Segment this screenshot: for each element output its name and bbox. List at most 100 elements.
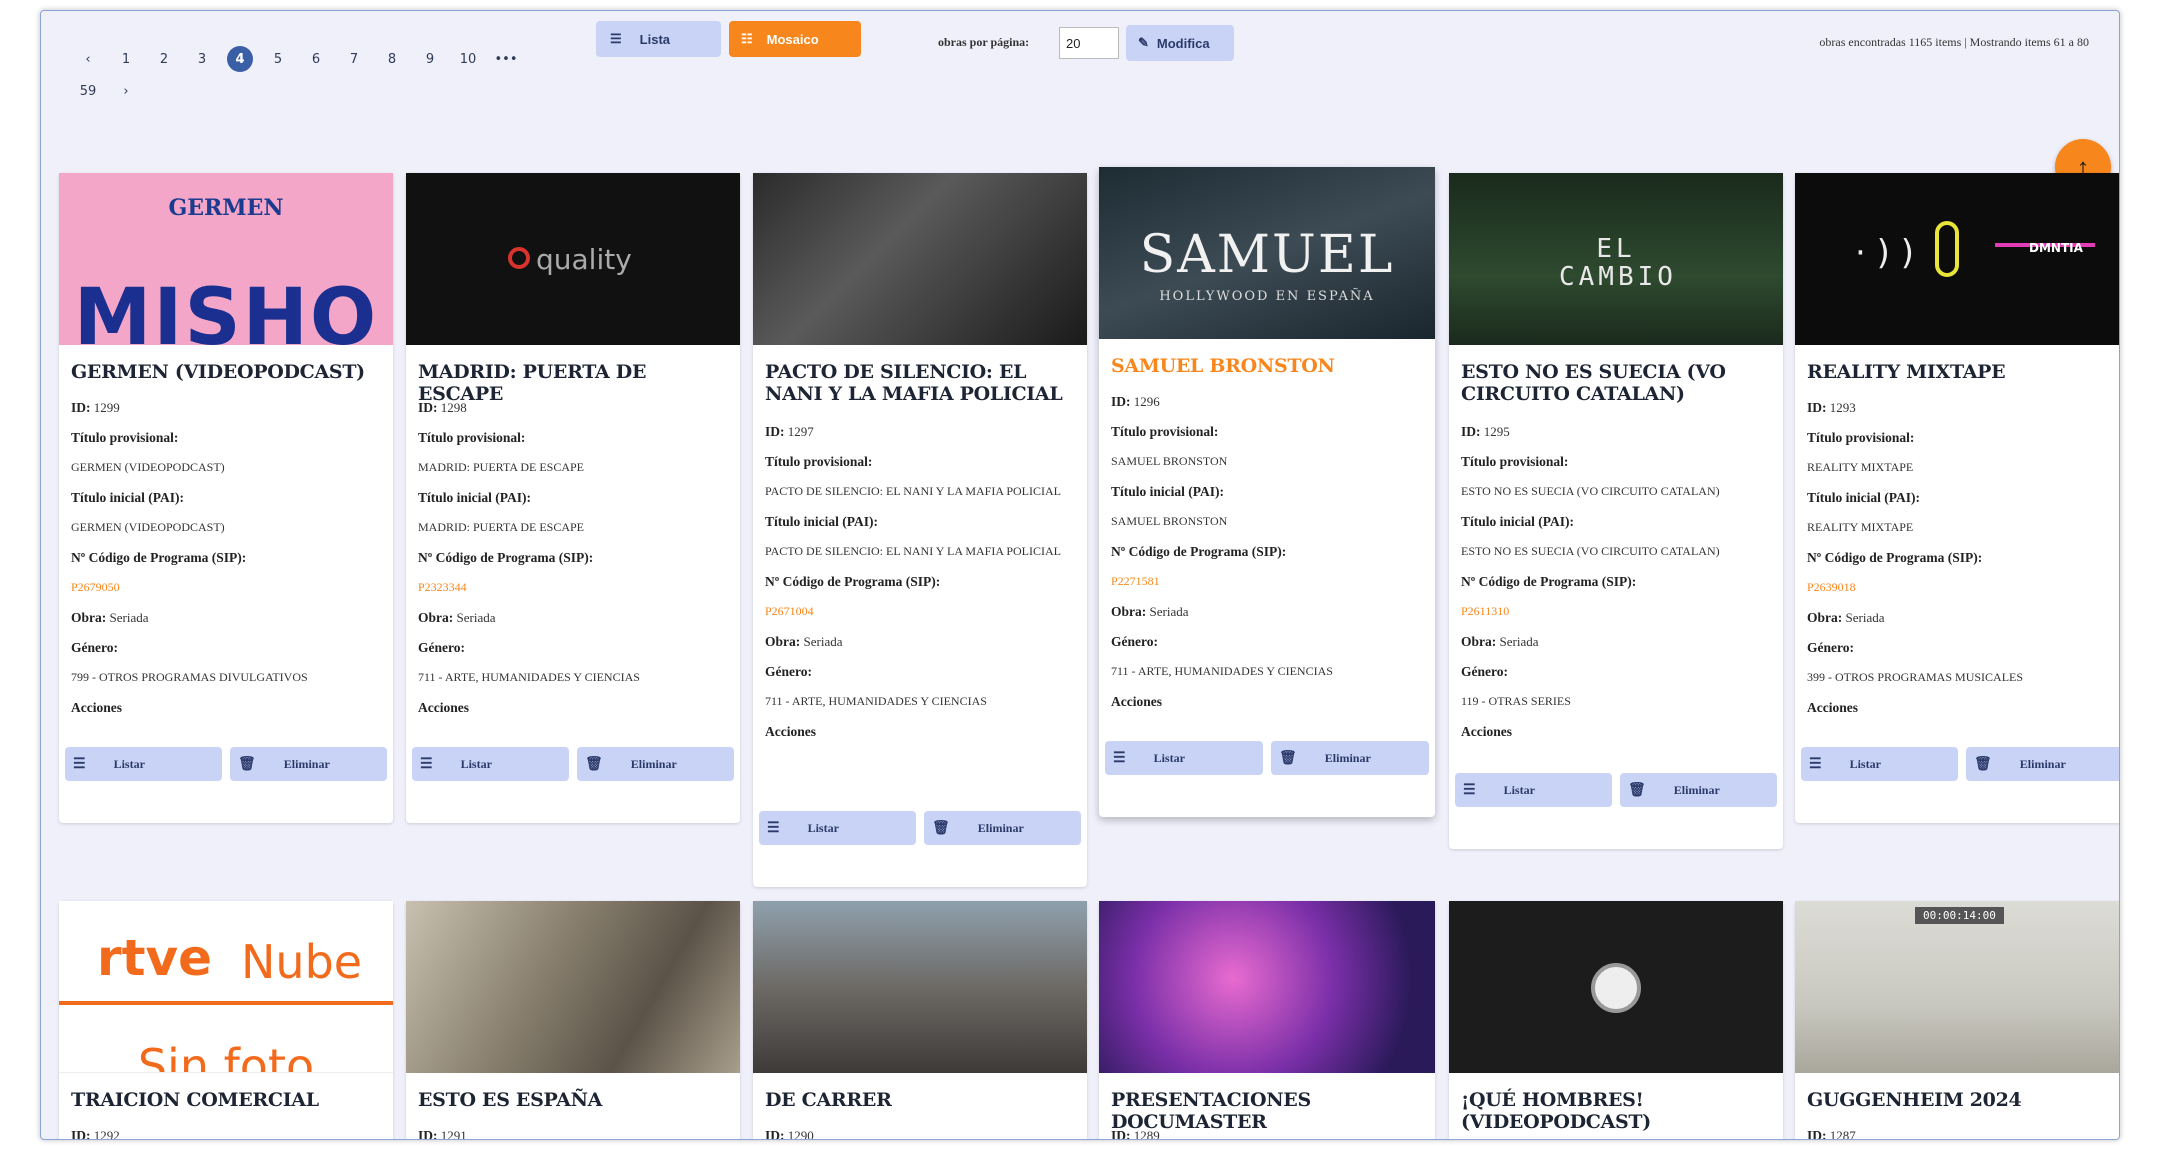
id-value: 1293: [1829, 400, 1856, 415]
listar-button[interactable]: ☰ Listar: [1801, 747, 1958, 781]
eliminar-button[interactable]: 🗑 Eliminar: [230, 747, 387, 781]
trash-icon: 🗑: [585, 756, 603, 772]
list-icon: ☰: [1463, 782, 1476, 798]
page-2[interactable]: 2: [145, 46, 183, 72]
id-label: ID:: [1807, 400, 1827, 415]
edit-icon: ✎: [1138, 35, 1149, 50]
thumb-text: quality: [536, 243, 632, 276]
obra-card: ESTO ES ESPAÑA ID: 1291: [406, 901, 740, 1139]
listar-button[interactable]: ☰ Listar: [1105, 741, 1263, 775]
eliminar-button[interactable]: 🗑 Eliminar: [1620, 773, 1777, 807]
listar-label: Listar: [807, 820, 839, 835]
card-title[interactable]: GERMEN (VIDEOPODCAST): [71, 361, 385, 383]
lista-view-button[interactable]: ☰ Lista: [596, 21, 721, 57]
listar-button[interactable]: ☰ Listar: [759, 811, 916, 845]
genero-value: 711 - ARTE, HUMANIDADES Y CIENCIAS: [418, 670, 640, 684]
obra-value: Seriada: [1499, 634, 1539, 649]
thumbnail[interactable]: 00:00:14:00: [1795, 901, 2119, 1073]
card-title[interactable]: PACTO DE SILENCIO: EL NANI Y LA MAFIA PO…: [765, 361, 1079, 405]
results-summary: obras encontradas 1165 items | Mostrando…: [1819, 35, 2089, 49]
listar-button[interactable]: ☰ Listar: [412, 747, 569, 781]
listar-button[interactable]: ☰ Listar: [65, 747, 222, 781]
list-icon: ☰: [610, 31, 622, 46]
page-1[interactable]: 1: [107, 46, 145, 72]
listar-label: Listar: [1153, 750, 1185, 765]
codigo-link[interactable]: P2271581: [1111, 567, 1425, 597]
thumbnail[interactable]: quality: [406, 173, 740, 345]
eliminar-button[interactable]: 🗑 Eliminar: [577, 747, 734, 781]
codigo-link[interactable]: P2679050: [71, 573, 383, 603]
id-value: 1287: [1829, 1128, 1856, 1140]
thumbnail[interactable]: [1449, 901, 1783, 1073]
genero-value: 711 - ARTE, HUMANIDADES Y CIENCIAS: [765, 694, 987, 708]
card-actions: ☰ Listar 🗑 Eliminar: [759, 811, 1081, 845]
card-title[interactable]: GUGGENHEIM 2024: [1807, 1089, 2119, 1111]
acciones-label: Acciones: [1807, 700, 1858, 715]
per-page-input[interactable]: [1059, 27, 1119, 59]
codigo-link[interactable]: P2611310: [1461, 597, 1773, 627]
eliminar-button[interactable]: 🗑 Eliminar: [1966, 747, 2119, 781]
page-current[interactable]: 4: [227, 46, 253, 72]
obra-card: ¡QUÉ HOMBRES! (VIDEOPODCAST) ID: 1288: [1449, 901, 1783, 1139]
page-8[interactable]: 8: [373, 46, 411, 72]
list-icon: ☰: [1113, 750, 1126, 766]
thumbnail[interactable]: [406, 901, 740, 1073]
codigo-link[interactable]: P2323344: [418, 573, 730, 603]
codigo-link[interactable]: P2639018: [1807, 573, 2119, 603]
thumbnail[interactable]: rtve Nube Sin foto: [59, 901, 393, 1073]
obra-value: Seriada: [109, 610, 149, 625]
obra-card: 00:00:14:00 GUGGENHEIM 2024 ID: 1287: [1795, 901, 2119, 1140]
thumbnail[interactable]: EL CAMBIO: [1449, 173, 1783, 345]
eliminar-button[interactable]: 🗑 Eliminar: [924, 811, 1081, 845]
listar-button[interactable]: ☰ Listar: [1455, 773, 1612, 807]
timecode: 00:00:14:00: [1915, 907, 2004, 924]
card-actions: ☰ Listar 🗑 Eliminar: [1455, 773, 1777, 807]
acciones-label: Acciones: [765, 724, 816, 739]
inicial-value: REALITY MIXTAPE: [1807, 520, 1914, 534]
mosaico-view-button[interactable]: ☷ Mosaico: [729, 21, 861, 57]
avatar-icon: [1591, 963, 1641, 1013]
card-title[interactable]: ESTO ES ESPAÑA: [418, 1089, 732, 1111]
page-9[interactable]: 9: [411, 46, 449, 72]
page-3[interactable]: 3: [183, 46, 221, 72]
obra-card: PACTO DE SILENCIO: EL NANI Y LA MAFIA PO…: [753, 173, 1087, 887]
id-label: ID:: [71, 400, 91, 415]
thumbnail[interactable]: [1099, 901, 1435, 1073]
next-page-button[interactable]: ›: [107, 78, 145, 104]
acciones-label: Acciones: [1111, 694, 1162, 709]
provisional-label: Título provisional:: [1807, 430, 1915, 445]
card-title[interactable]: ESTO NO ES SUECIA (VO CIRCUITO CATALAN): [1461, 361, 1775, 405]
provisional-value: ESTO NO ES SUECIA (VO CIRCUITO CATALAN): [1461, 484, 1720, 498]
inicial-label: Título inicial (PAI):: [765, 514, 878, 529]
card-fields: ID: 1299 Título provisional: GERMEN (VID…: [71, 393, 383, 723]
card-fields: ID: 1287: [1807, 1121, 2119, 1140]
eliminar-label: Eliminar: [1673, 782, 1720, 797]
listar-label: Listar: [1849, 756, 1881, 771]
obra-label: Obra:: [418, 610, 454, 625]
page-last[interactable]: 59: [69, 78, 107, 104]
thumbnail[interactable]: GERMEN MISHO: [59, 173, 393, 345]
page-5[interactable]: 5: [259, 46, 297, 72]
card-fields: ID: 1295 Título provisional: ESTO NO ES …: [1461, 417, 1773, 747]
eliminar-button[interactable]: 🗑 Eliminar: [1271, 741, 1429, 775]
codigo-link[interactable]: P2671004: [765, 597, 1077, 627]
card-title[interactable]: REALITY MIXTAPE: [1807, 361, 2119, 383]
app-frame: ‹ 1 2 3 4 5 6 7 8 9 10 ••• 59 › ☰ Lista: [40, 10, 2120, 1140]
card-actions: ☰ Listar 🗑 Eliminar: [65, 747, 387, 781]
card-title[interactable]: ¡QUÉ HOMBRES! (VIDEOPODCAST): [1461, 1089, 1775, 1133]
genero-label: Género:: [71, 640, 118, 655]
page-6[interactable]: 6: [297, 46, 335, 72]
thumbnail[interactable]: SAMUEL HOLLYWOOD EN ESPAÑA: [1099, 167, 1435, 339]
card-title[interactable]: SAMUEL BRONSTON: [1111, 355, 1427, 377]
page-10[interactable]: 10: [449, 46, 487, 72]
prev-page-button[interactable]: ‹: [69, 46, 107, 72]
page-7[interactable]: 7: [335, 46, 373, 72]
thumbnail[interactable]: [753, 173, 1087, 345]
card-title[interactable]: DE CARRER: [765, 1089, 1079, 1111]
inicial-value: GERMEN (VIDEOPODCAST): [71, 520, 225, 534]
modify-button[interactable]: ✎ Modifica: [1126, 25, 1234, 61]
thumbnail[interactable]: [753, 901, 1087, 1073]
thumbnail[interactable]: · ) ) DMNTIA: [1795, 173, 2119, 345]
card-title[interactable]: TRAICION COMERCIAL: [71, 1089, 385, 1111]
per-page-label: obras por página:: [938, 35, 1030, 49]
